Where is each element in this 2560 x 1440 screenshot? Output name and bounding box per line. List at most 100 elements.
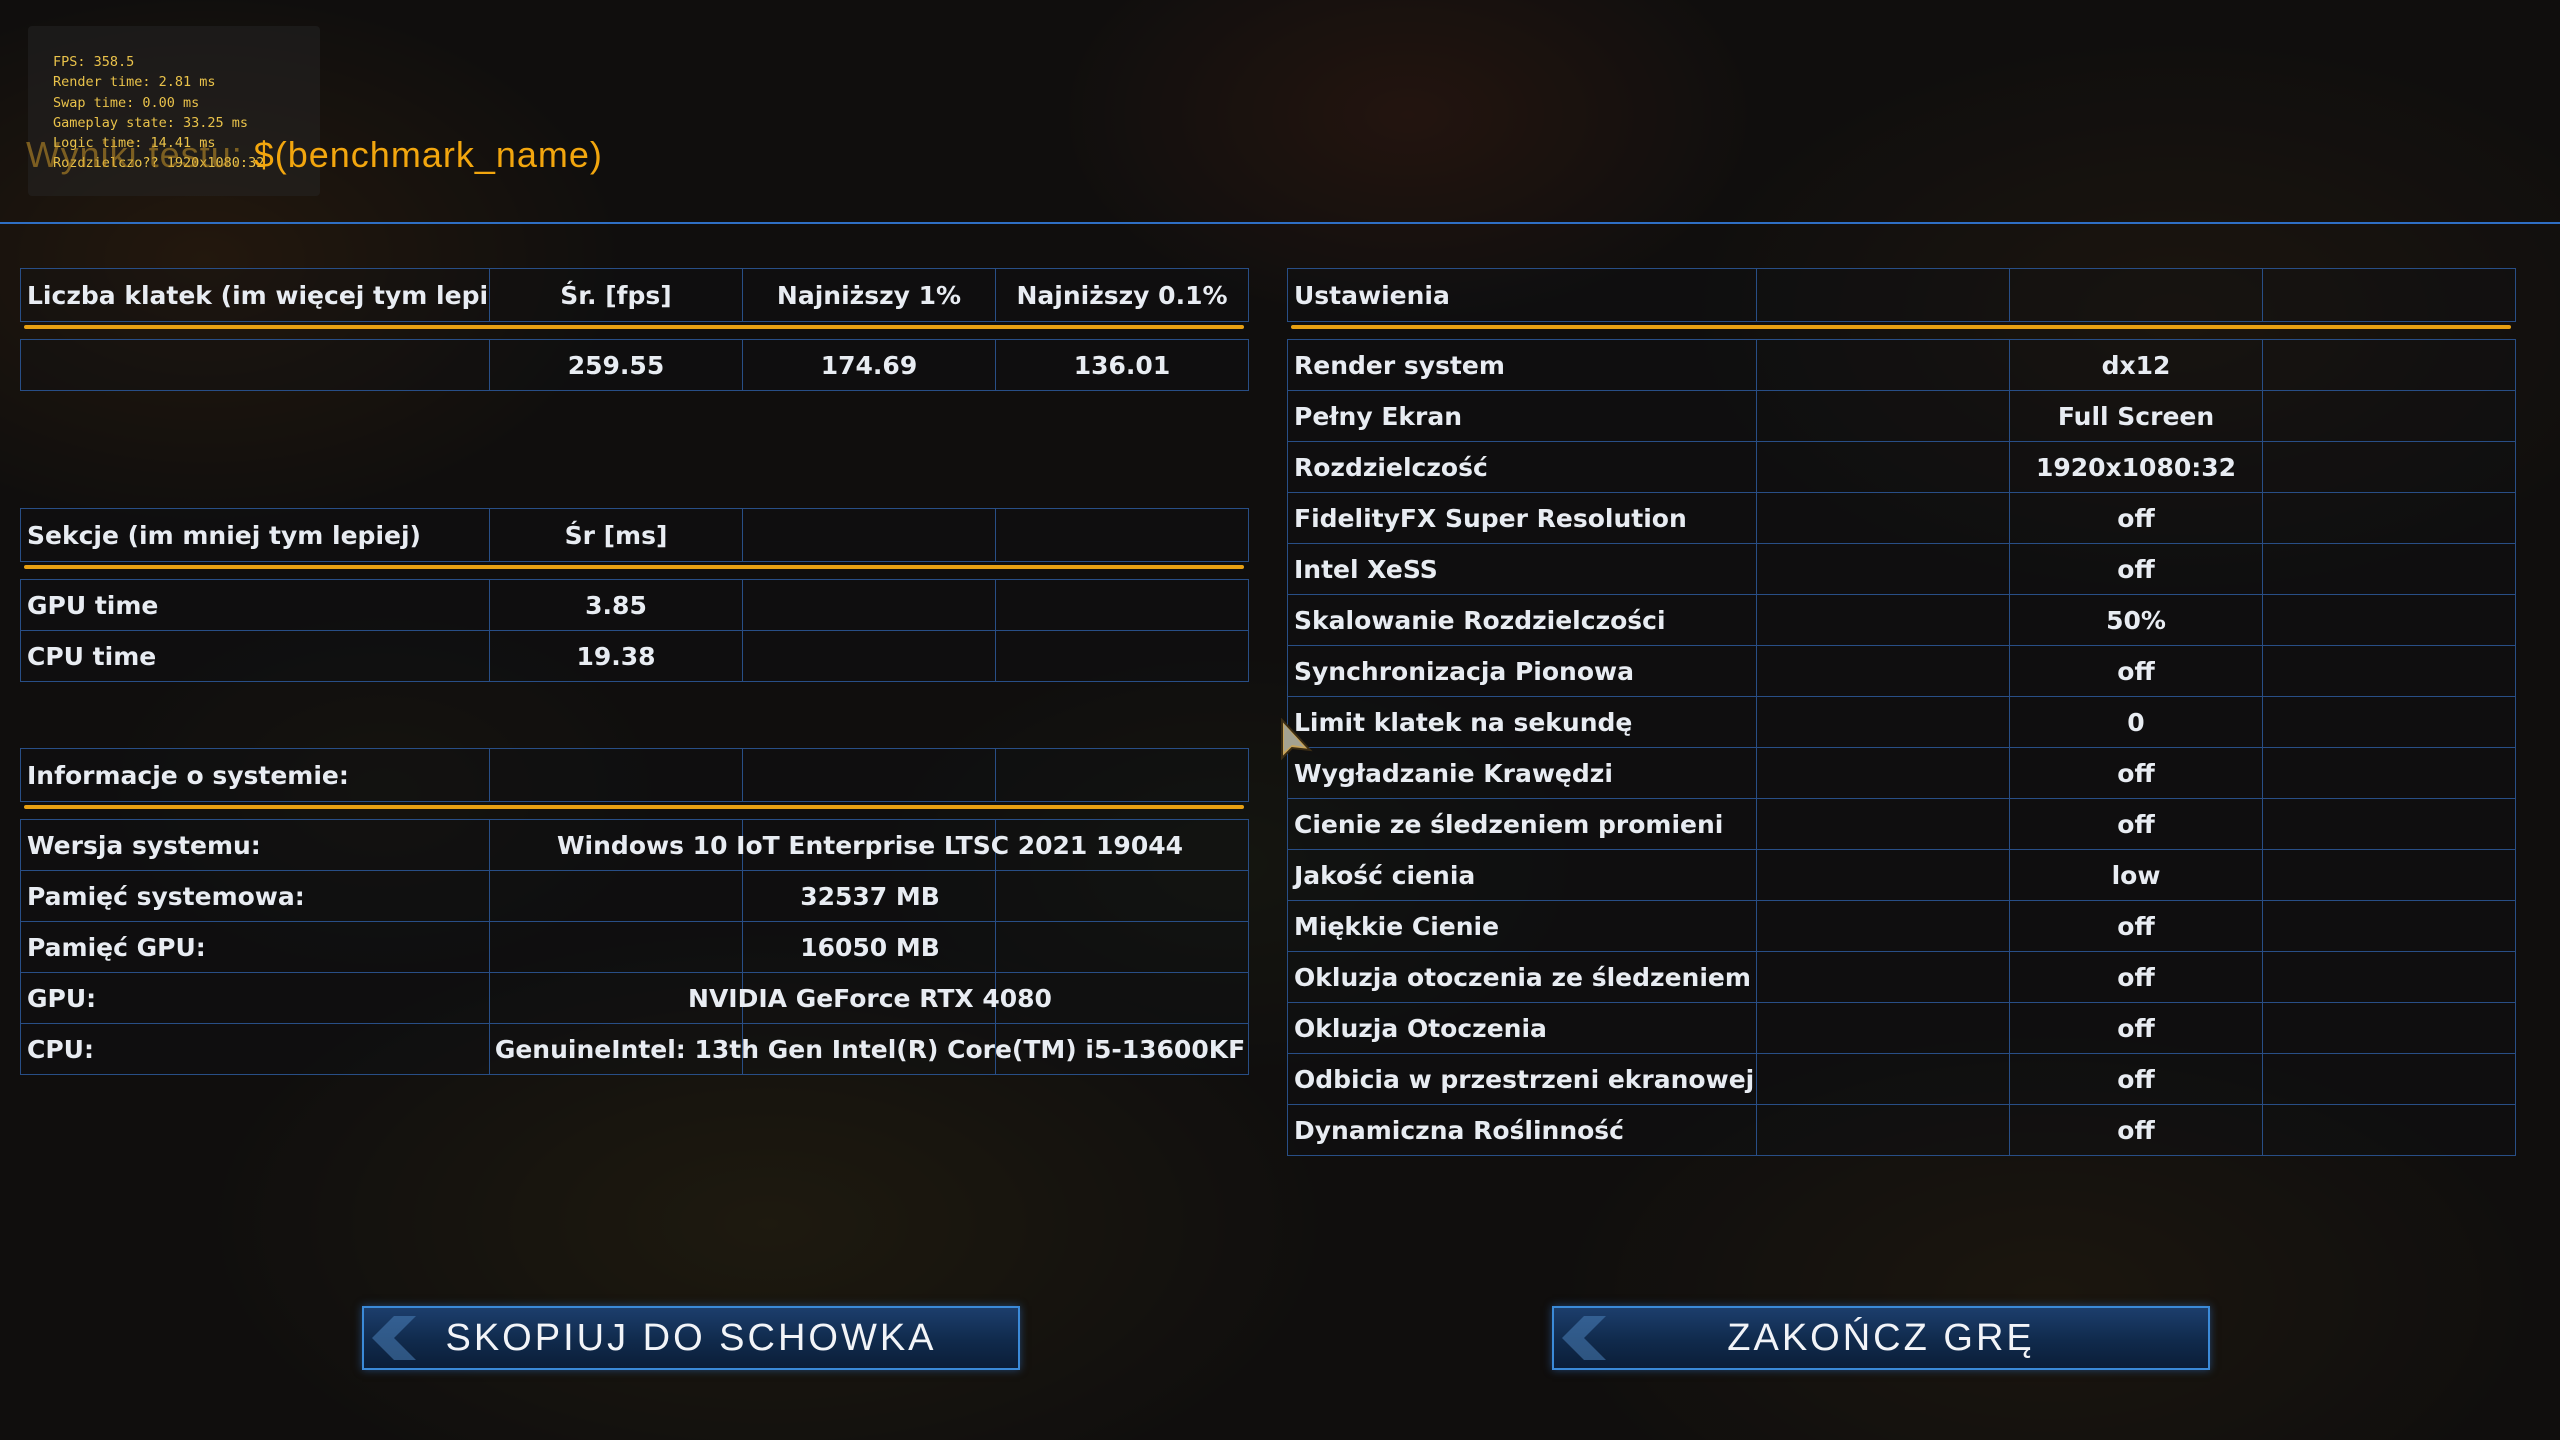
table-row: GPU time 3.85 [20, 579, 1249, 631]
sections-header-empty-2 [995, 508, 1249, 562]
setting-label: FidelityFX Super Resolution [1287, 492, 1757, 544]
title-prefix: Wyniki testu: [26, 134, 254, 175]
empty-cell [2262, 492, 2516, 544]
setting-value: off [2009, 747, 2263, 799]
table-row: Pełny Ekran Full Screen [1287, 390, 2516, 442]
setting-label: Okluzja otoczenia ze śledzeniem promieni [1287, 951, 1757, 1003]
empty-cell [1756, 594, 2010, 646]
empty-cell [2262, 951, 2516, 1003]
empty-cell [2262, 339, 2516, 391]
system-value: NVIDIA GeForce RTX 4080 [688, 983, 1052, 1013]
quit-button-label: ZAKOŃCZ GRĘ [1727, 1316, 2035, 1359]
setting-value: 0 [2009, 696, 2263, 748]
sections-header-empty-1 [742, 508, 996, 562]
setting-label: Render system [1287, 339, 1757, 391]
fps-row-label [20, 339, 490, 391]
fps-header-row: Liczba klatek (im więcej tym lepiej) Śr.… [20, 268, 1249, 322]
setting-value: 50% [2009, 594, 2263, 646]
setting-label: Miękkie Cienie [1287, 900, 1757, 952]
system-rows: Wersja systemu: Windows 10 IoT Enterprise… [20, 819, 1249, 1075]
cpu-time-value: 19.38 [489, 630, 743, 682]
table-row: Wygładzanie Krawędzi off [1287, 747, 2516, 799]
settings-header-underline [1291, 325, 2511, 329]
sections-header-row: Sekcje (im mniej tym lepiej) Śr [ms] [20, 508, 1249, 562]
settings-rows: Render system dx12 Pełny Ekran Full Screen R… [1287, 339, 2516, 1156]
setting-value: off [2009, 492, 2263, 544]
system-value: Windows 10 IoT Enterprise LTSC 2021 1904… [556, 830, 1184, 860]
setting-label: Intel XeSS [1287, 543, 1757, 595]
button-chevron-icon [1562, 1316, 1606, 1360]
empty-cell [1756, 339, 2010, 391]
table-row: Pamięć GPU: 16050 MB [20, 921, 1249, 973]
overlay-line: Gameplay state: 33.25 ms [53, 114, 249, 131]
setting-value: off [2009, 645, 2263, 697]
settings-header-row: Ustawienia [1287, 268, 2516, 322]
table-row: Dynamiczna Roślinność off [1287, 1104, 2516, 1156]
copy-button-label: SKOPIUJ DO SCHOWKA [445, 1316, 937, 1359]
table-row: Synchronizacja Pionowa off [1287, 645, 2516, 697]
overlay-line: FPS: 358.5 [53, 54, 135, 70]
header-divider [0, 222, 2560, 224]
empty-cell [2262, 696, 2516, 748]
empty-cell [2262, 390, 2516, 442]
empty-cell [2262, 747, 2516, 799]
empty-cell [2262, 441, 2516, 493]
system-info-table: Informacje o systemie: Wersja systemu: Wi… [20, 748, 1249, 1075]
quit-game-button[interactable]: ZAKOŃCZ GRĘ [1552, 1306, 2210, 1370]
empty-cell [995, 748, 1249, 802]
page-title: Wyniki testu: $(benchmark_name) [26, 134, 603, 176]
empty-cell [1756, 543, 2010, 595]
table-row: CPU: GenuineIntel: 13th Gen Intel(R) Core… [20, 1023, 1249, 1075]
fps-table: Liczba klatek (im więcej tym lepiej) Śr.… [20, 268, 1249, 391]
button-chevron-icon [372, 1316, 416, 1360]
setting-value: off [2009, 798, 2263, 850]
copy-to-clipboard-button[interactable]: SKOPIUJ DO SCHOWKA [362, 1306, 1020, 1370]
empty-cell [2262, 1104, 2516, 1156]
fps-low1-value: 174.69 [742, 339, 996, 391]
setting-value: dx12 [2009, 339, 2263, 391]
fps-header-avg: Śr. [fps] [489, 268, 743, 322]
table-row: FidelityFX Super Resolution off [1287, 492, 2516, 544]
fps-header-title: Liczba klatek (im więcej tym lepiej) [20, 268, 490, 322]
table-row: Pamięć systemowa: 32537 MB [20, 870, 1249, 922]
empty-cell [995, 579, 1249, 631]
gpu-time-label: GPU time [20, 579, 490, 631]
empty-cell [2262, 849, 2516, 901]
setting-value: off [2009, 1104, 2263, 1156]
fps-header-low01: Najniższy 0.1% [995, 268, 1249, 322]
setting-value: off [2009, 1002, 2263, 1054]
table-row: CPU time 19.38 [20, 630, 1249, 682]
sections-table: Sekcje (im mniej tym lepiej) Śr [ms] GPU… [20, 508, 1249, 682]
setting-label: Jakość cienia [1287, 849, 1757, 901]
gpu-time-value: 3.85 [489, 579, 743, 631]
system-header-row: Informacje o systemie: [20, 748, 1249, 802]
benchmark-name: $(benchmark_name) [253, 134, 603, 175]
setting-label: Dynamiczna Roślinność [1287, 1104, 1757, 1156]
table-row: Odbicia w przestrzeni ekranowej off [1287, 1053, 2516, 1105]
empty-cell [1756, 1053, 2010, 1105]
empty-cell [2009, 268, 2263, 322]
setting-label: Synchronizacja Pionowa [1287, 645, 1757, 697]
empty-cell [1756, 747, 2010, 799]
table-row: Limit klatek na sekundę 0 [1287, 696, 2516, 748]
table-row: GPU: NVIDIA GeForce RTX 4080 [20, 972, 1249, 1024]
setting-value: 1920x1080:32 [2009, 441, 2263, 493]
settings-table: Ustawienia Render system dx12 Pełny Ekran F… [1287, 268, 2516, 1156]
cpu-time-label: CPU time [20, 630, 490, 682]
setting-value: off [2009, 951, 2263, 1003]
setting-value: off [2009, 900, 2263, 952]
setting-value: low [2009, 849, 2263, 901]
setting-label: Wygładzanie Krawędzi [1287, 747, 1757, 799]
table-row: Render system dx12 [1287, 339, 2516, 391]
fps-avg-value: 259.55 [489, 339, 743, 391]
table-row: Okluzja otoczenia ze śledzeniem promieni… [1287, 951, 2516, 1003]
table-row: Okluzja Otoczenia off [1287, 1002, 2516, 1054]
empty-cell [742, 630, 996, 682]
overlay-line: Swap time: 0.00 ms [53, 94, 200, 111]
system-value: GenuineIntel: 13th Gen Intel(R) Core(TM)… [494, 1034, 1246, 1064]
table-row: Wersja systemu: Windows 10 IoT Enterprise… [20, 819, 1249, 871]
empty-cell [1756, 798, 2010, 850]
empty-cell [1756, 268, 2010, 322]
setting-label: Limit klatek na sekundę [1287, 696, 1757, 748]
setting-label: Skalowanie Rozdzielczości [1287, 594, 1757, 646]
